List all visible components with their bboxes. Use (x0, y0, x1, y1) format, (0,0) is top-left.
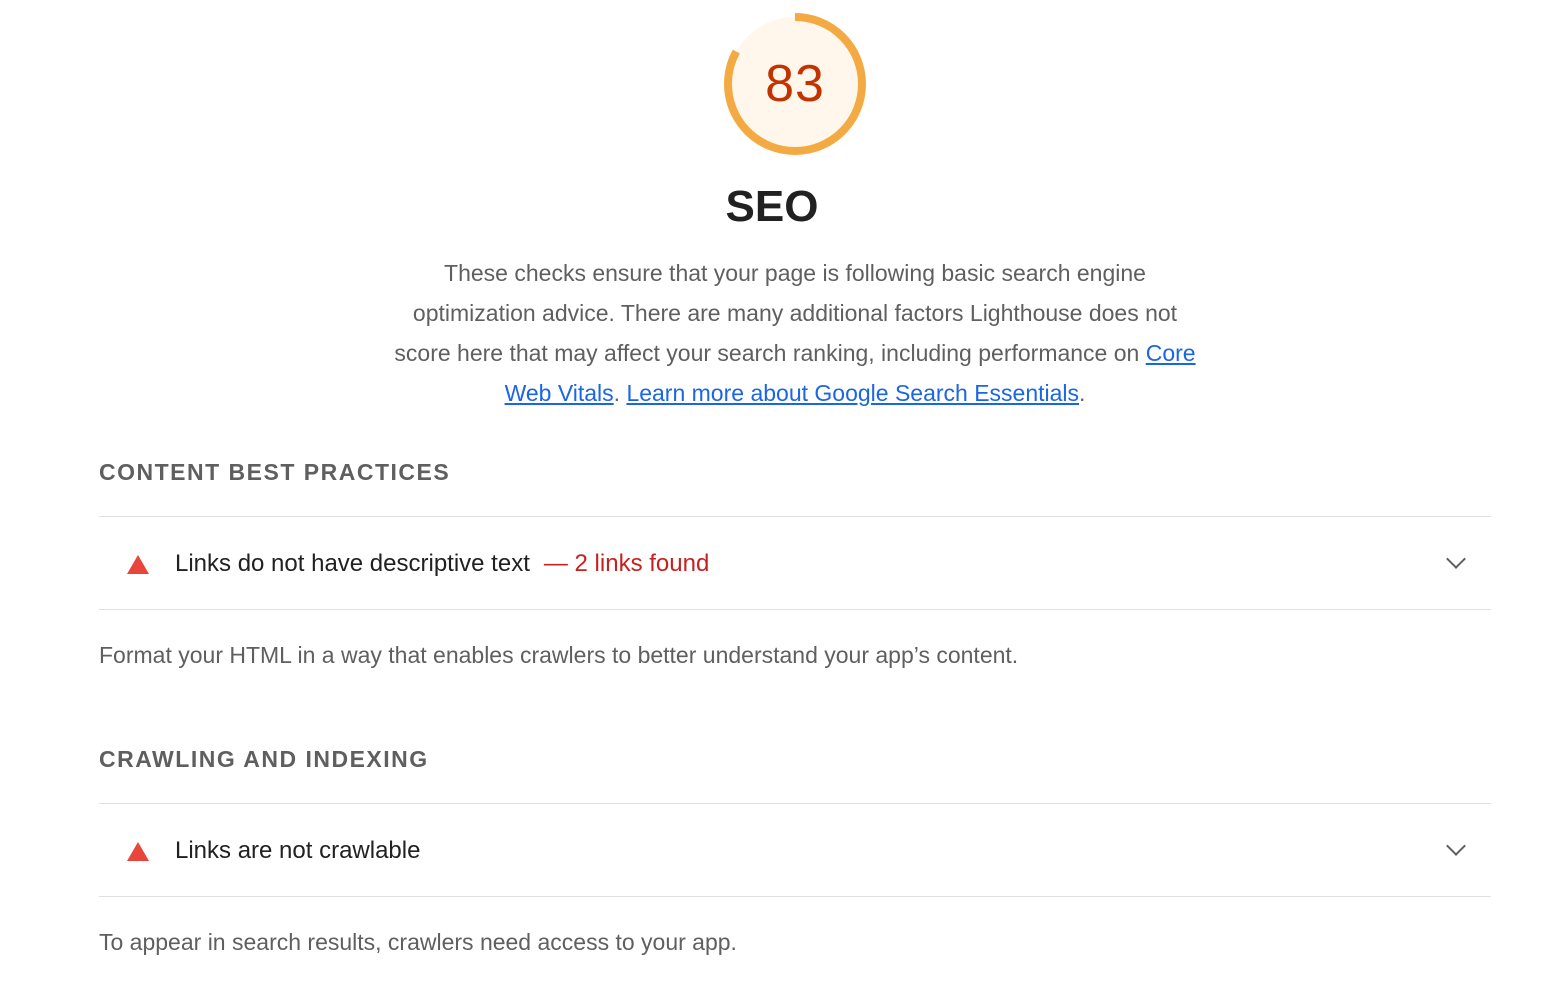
divider (99, 896, 1491, 897)
category-description-text: These checks ensure that your page is fo… (394, 260, 1178, 366)
audit-links-not-crawlable[interactable]: Links are not crawlable (99, 805, 1491, 897)
group-title-crawling-and-indexing: CRAWLING AND INDEXING (99, 746, 429, 772)
divider (99, 609, 1491, 610)
audit-title: Links are not crawlable (175, 805, 420, 897)
divider (99, 516, 1491, 517)
chevron-down-icon[interactable] (1446, 549, 1466, 569)
description-end: . (1079, 380, 1086, 406)
group-title-content-best-practices: CONTENT BEST PRACTICES (99, 459, 451, 485)
audit-title: Links do not have descriptive text — 2 li… (175, 518, 709, 610)
score-value: 83 (765, 55, 825, 113)
warning-triangle-icon (127, 842, 149, 861)
category-title: SEO (725, 182, 819, 231)
group-description: Format your HTML in a way that enables c… (99, 642, 1019, 668)
learn-more-link[interactable]: Learn more about Google Search Essential… (626, 380, 1079, 406)
score-gauge: 83 (722, 11, 868, 157)
divider (99, 803, 1491, 804)
group-description: To appear in search results, crawlers ne… (99, 929, 737, 955)
warning-triangle-icon (127, 555, 149, 574)
audit-title-text: Links are not crawlable (175, 837, 421, 864)
audit-display-value: — 2 links found (543, 550, 710, 577)
description-separator: . (613, 380, 621, 406)
audit-title-text: Links do not have descriptive text (175, 550, 530, 577)
audit-links-descriptive-text[interactable]: Links do not have descriptive text — 2 li… (99, 518, 1491, 610)
chevron-down-icon[interactable] (1446, 836, 1466, 856)
category-description: These checks ensure that your page is fo… (392, 253, 1198, 413)
